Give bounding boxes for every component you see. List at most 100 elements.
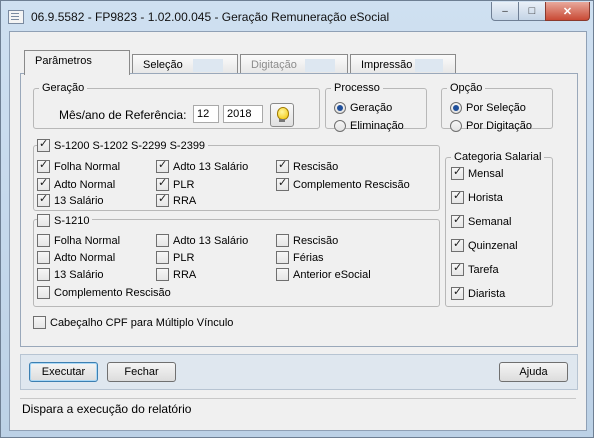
title-bar[interactable]: 06.9.5582 - FP9823 - 1.02.00.045 - Geraç… xyxy=(1,1,593,31)
checkbox-box xyxy=(156,176,169,191)
checkbox-label: Férias xyxy=(293,251,324,264)
checkbox-box xyxy=(37,176,50,191)
maximize-icon: □ xyxy=(528,5,536,17)
radio-por-selecao[interactable]: Por Seleção xyxy=(450,102,526,114)
window-title: 06.9.5582 - FP9823 - 1.02.00.045 - Geraç… xyxy=(31,10,390,24)
checkbox-box xyxy=(276,251,289,264)
opcao-legend: Opção xyxy=(450,82,483,94)
checkbox-box xyxy=(156,158,169,173)
checkbox-box xyxy=(33,316,46,329)
s1200-complemento-rescisao[interactable]: Complemento Rescisão xyxy=(276,176,410,191)
checkbox-label: RRA xyxy=(173,194,197,207)
year-input[interactable]: 2018 xyxy=(223,105,263,123)
close-icon: ✕ xyxy=(562,5,573,18)
executar-button[interactable]: Executar xyxy=(29,362,98,382)
checkbox-label: RRA xyxy=(173,268,197,281)
checkbox-box xyxy=(156,234,169,247)
s1210-anterior-esocial[interactable]: Anterior eSocial xyxy=(276,268,371,281)
s1200-legend: S-1200 S-1202 S-2299 S-2399 xyxy=(54,139,206,152)
close-window-button[interactable]: ✕ xyxy=(545,2,590,21)
checkbox-label: 13 Salário xyxy=(54,194,104,207)
tab-label: Parâmetros xyxy=(35,55,92,67)
checkbox-box xyxy=(276,268,289,281)
radio-por-digitacao[interactable]: Por Digitação xyxy=(450,120,532,132)
checkbox-box xyxy=(276,234,289,247)
categoria-horista[interactable]: Horista xyxy=(451,189,503,204)
s1200-adto-normal[interactable]: Adto Normal xyxy=(37,176,115,191)
checkbox-label: Horista xyxy=(468,191,503,204)
cabecalho-cpf-checkbox[interactable]: Cabeçalho CPF para Múltiplo Vínculo xyxy=(33,316,233,329)
minimize-icon: – xyxy=(502,5,508,17)
categoria-diarista[interactable]: Diarista xyxy=(451,285,505,300)
checkbox-label: Folha Normal xyxy=(54,234,121,247)
checkbox-box xyxy=(451,189,464,204)
s1200-checkbox[interactable]: S-1200 S-1202 S-2299 S-2399 xyxy=(37,137,209,152)
radio-dot xyxy=(334,120,346,132)
fechar-button[interactable]: Fechar xyxy=(107,362,176,382)
radio-eliminacao[interactable]: Eliminação xyxy=(334,120,404,132)
s1210-legend: S-1210 xyxy=(54,214,90,227)
s1210-13-salario[interactable]: 13 Salário xyxy=(37,268,104,281)
categoria-mensal[interactable]: Mensal xyxy=(451,165,504,180)
lightbulb-base xyxy=(279,119,285,122)
s1200-rescisao[interactable]: Rescisão xyxy=(276,158,339,173)
checkbox-box xyxy=(156,192,169,207)
checkbox-label: 13 Salário xyxy=(54,268,104,281)
checkbox-label: PLR xyxy=(173,251,195,264)
checkbox-label: Adto Normal xyxy=(54,251,116,264)
button-bar: Executar Fechar Ajuda xyxy=(20,354,578,390)
s1210-rescisao[interactable]: Rescisão xyxy=(276,234,338,247)
s1210-complemento-rescisao[interactable]: Complemento Rescisão xyxy=(37,286,171,299)
geracao-legend: Geração xyxy=(42,82,85,94)
tab-label: Digitação xyxy=(251,59,297,71)
s1210-ferias[interactable]: Férias xyxy=(276,251,324,264)
checkbox-box xyxy=(37,268,50,281)
s1200-plr[interactable]: PLR xyxy=(156,176,195,191)
tab-decoration xyxy=(415,59,443,72)
checkbox-box xyxy=(37,251,50,264)
s1210-plr[interactable]: PLR xyxy=(156,251,194,264)
checkbox-box xyxy=(451,237,464,252)
radio-geracao[interactable]: Geração xyxy=(334,102,392,114)
checkbox-box xyxy=(37,214,50,227)
checkbox-box xyxy=(276,176,289,191)
checkbox-box xyxy=(451,165,464,180)
s1200-13-salario[interactable]: 13 Salário xyxy=(37,192,104,207)
s1210-checkbox[interactable]: S-1210 xyxy=(37,214,93,227)
ajuda-button[interactable]: Ajuda xyxy=(499,362,568,382)
month-input[interactable]: 12 xyxy=(193,105,219,123)
checkbox-box xyxy=(156,268,169,281)
checkbox-label: Folha Normal xyxy=(54,160,121,173)
s1200-adto-13-salario[interactable]: Adto 13 Salário xyxy=(156,158,248,173)
s1200-rra[interactable]: RRA xyxy=(156,192,197,207)
categoria-quinzenal[interactable]: Quinzenal xyxy=(451,237,518,252)
checkbox-box xyxy=(37,192,50,207)
checkbox-box xyxy=(451,213,464,228)
s1210-rra[interactable]: RRA xyxy=(156,268,196,281)
categoria-semanal[interactable]: Semanal xyxy=(451,213,511,228)
s1210-folha-normal[interactable]: Folha Normal xyxy=(37,234,120,247)
categoria-tarefa[interactable]: Tarefa xyxy=(451,261,499,276)
radio-dot xyxy=(450,102,462,114)
checkbox-label: PLR xyxy=(173,178,195,191)
checkbox-box xyxy=(37,158,50,173)
radio-label: Geração xyxy=(350,102,393,114)
tab-parametros[interactable]: Parâmetros xyxy=(24,50,130,75)
checkbox-label: Rescisão xyxy=(293,234,339,247)
s1200-folha-normal[interactable]: Folha Normal xyxy=(37,158,121,173)
checkbox-label: Complemento Rescisão xyxy=(54,286,171,299)
tab-decoration xyxy=(305,59,335,72)
radio-label: Eliminação xyxy=(350,120,404,132)
s1210-adto-13-salario[interactable]: Adto 13 Salário xyxy=(156,234,248,247)
minimize-button[interactable]: – xyxy=(491,2,519,21)
checkbox-label: Quinzenal xyxy=(468,239,518,252)
tab-label: Impressão xyxy=(361,59,413,71)
s1210-adto-normal[interactable]: Adto Normal xyxy=(37,251,115,264)
checkbox-label: Rescisão xyxy=(293,160,339,173)
lightbulb-button[interactable] xyxy=(270,103,294,127)
checkbox-label: Mensal xyxy=(468,167,504,180)
checkbox-label: Tarefa xyxy=(468,263,499,276)
checkbox-box xyxy=(37,137,50,152)
reference-label: Mês/ano de Referência: xyxy=(59,108,187,122)
maximize-button[interactable]: □ xyxy=(518,2,546,21)
